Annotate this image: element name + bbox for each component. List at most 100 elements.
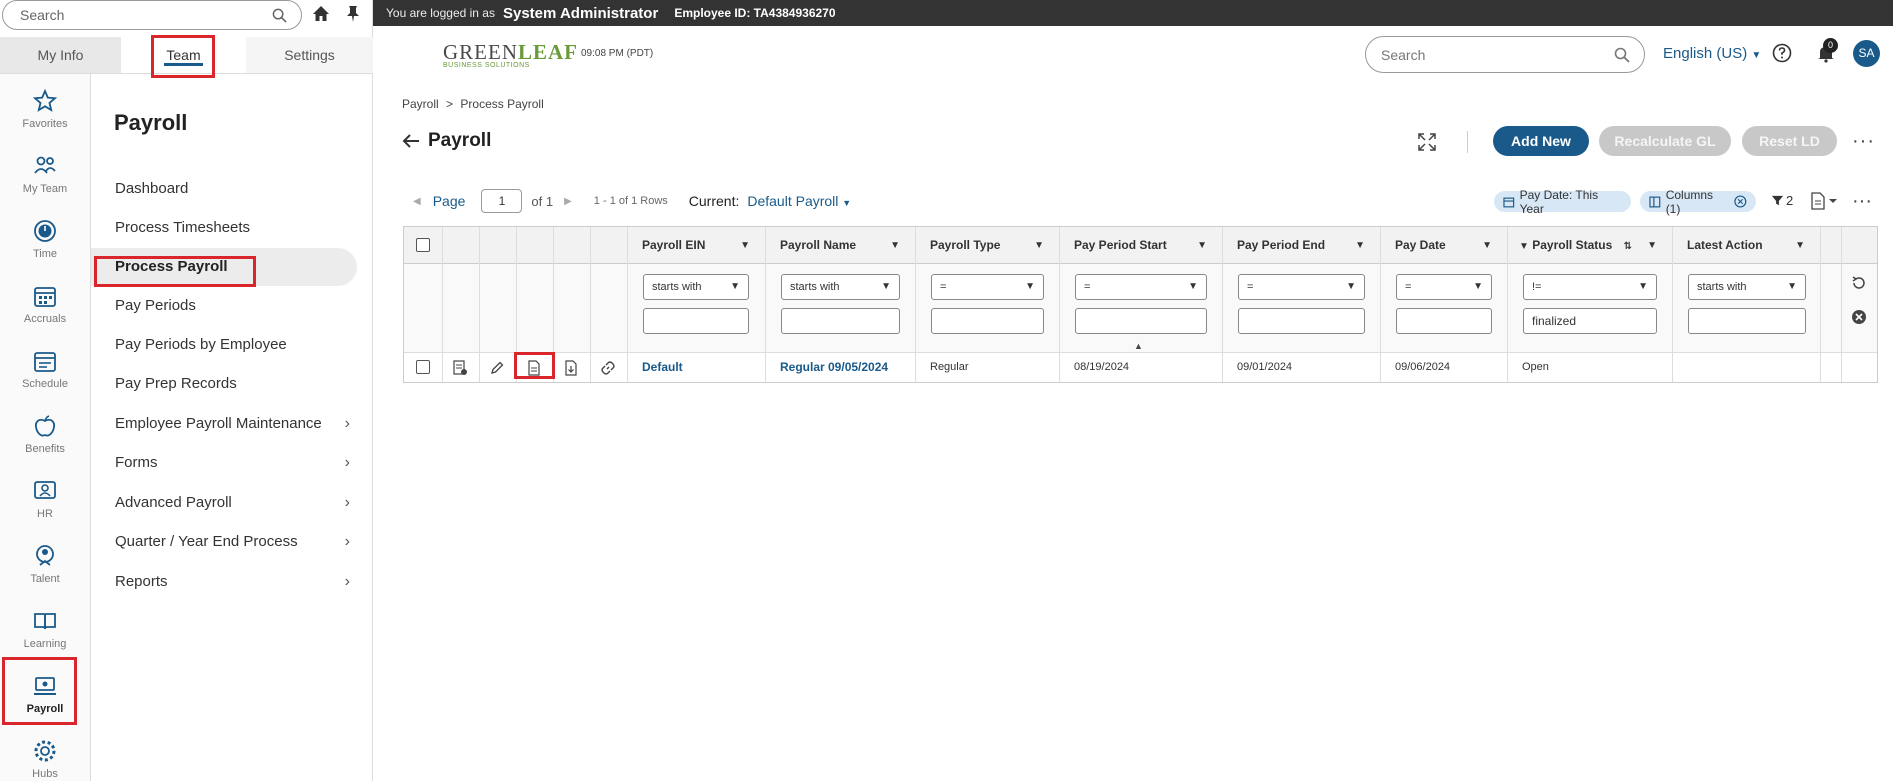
search-icon[interactable] <box>1614 47 1630 63</box>
cell-payroll-ein[interactable]: Default <box>627 353 683 382</box>
column-header-pay-date[interactable]: Pay Date ▼ <box>1380 227 1507 264</box>
nav-title: Payroll <box>114 110 188 135</box>
filter-operator-latest-action[interactable]: starts with ▼ <box>1688 274 1806 300</box>
filter-value-pay-date[interactable] <box>1396 308 1492 334</box>
nav-item-process-payroll[interactable]: Process Payroll <box>91 248 357 286</box>
cell-payroll-name[interactable]: Regular 09/05/2024 <box>765 353 888 382</box>
filter-operator-pay-period-start[interactable]: = ▼ <box>1075 274 1207 300</box>
rail-item-hubs[interactable]: Hubs <box>0 738 90 781</box>
nav-item-advanced-payroll[interactable]: Advanced Payroll › <box>115 484 365 522</box>
nav-item-pay-periods-by-employee[interactable]: Pay Periods by Employee <box>115 326 365 364</box>
tab-settings[interactable]: Settings <box>246 37 373 73</box>
rail-item-my-team[interactable]: My Team <box>0 153 90 217</box>
caret-down-icon[interactable]: ▼ <box>1355 227 1365 264</box>
page-number-input[interactable]: 1 <box>481 189 523 213</box>
column-header-payroll-type[interactable]: Payroll Type ▼ <box>915 227 1059 264</box>
help-icon[interactable] <box>1772 43 1792 63</box>
breadcrumb-root[interactable]: Payroll <box>402 97 439 111</box>
resize-handle-icon[interactable]: ▲ <box>1134 341 1143 351</box>
filter-value-payroll-type[interactable] <box>931 308 1044 334</box>
filter-value-payroll-status[interactable]: finalized <box>1523 308 1657 334</box>
left-search-input[interactable]: Search <box>2 0 302 30</box>
back-arrow-icon[interactable] <box>402 133 420 149</box>
pin-icon[interactable] <box>343 4 363 24</box>
sort-icon[interactable]: ⇅ <box>1624 241 1632 252</box>
nav-item-employee-payroll-maintenance[interactable]: Employee Payroll Maintenance › <box>115 405 365 443</box>
global-search-input[interactable]: Search <box>1365 36 1645 73</box>
caret-down-icon[interactable]: ▼ <box>1795 227 1805 264</box>
column-header-payroll-status[interactable]: ▼ Payroll Status ⇅ ▼ <box>1507 227 1672 264</box>
table-row[interactable] <box>404 353 1877 382</box>
document-export-icon[interactable] <box>563 360 579 376</box>
tab-my-info[interactable]: My Info <box>0 37 121 73</box>
document-icon[interactable] <box>526 360 542 376</box>
rail-item-schedule[interactable]: Schedule <box>0 348 90 412</box>
nav-item-forms[interactable]: Forms › <box>115 444 365 482</box>
add-new-button[interactable]: Add New <box>1493 126 1589 156</box>
caret-down-icon[interactable]: ▼ <box>740 227 750 264</box>
column-header-payroll-name[interactable]: Payroll Name ▼ <box>765 227 915 264</box>
pay-date-chip[interactable]: Pay Date: This Year <box>1494 188 1631 216</box>
more-options-icon[interactable]: ··· <box>1852 131 1875 151</box>
column-header-latest-action[interactable]: Latest Action ▼ <box>1672 227 1820 264</box>
rail-item-benefits[interactable]: Benefits <box>0 413 90 477</box>
caret-down-icon[interactable]: ▼ <box>1482 227 1492 264</box>
filter-operator-payroll-status[interactable]: != ▼ <box>1523 274 1657 300</box>
prev-page-icon[interactable]: ◀ <box>413 196 421 207</box>
filter-value-pay-period-start[interactable] <box>1075 308 1207 334</box>
edit-pencil-icon[interactable] <box>489 360 505 376</box>
filter-operator-payroll-type[interactable]: = ▼ <box>931 274 1044 300</box>
tab-team[interactable]: Team <box>121 37 246 73</box>
rail-item-hr[interactable]: HR <box>0 478 90 542</box>
columns-chip[interactable]: Columns (1) <box>1640 188 1756 216</box>
row-checkbox[interactable] <box>416 360 430 374</box>
avatar[interactable]: SA <box>1853 40 1880 67</box>
company-logo[interactable]: GREENLEAF BUSINESS SOLUTIONS <box>443 42 577 72</box>
nav-item-quarter-year-end[interactable]: Quarter / Year End Process › <box>115 523 365 561</box>
select-all-checkbox[interactable] <box>416 238 430 252</box>
next-page-icon[interactable]: ▶ <box>564 196 572 207</box>
rail-item-accruals[interactable]: Accruals <box>0 283 90 347</box>
nav-item-pay-periods[interactable]: Pay Periods <box>115 287 365 325</box>
close-circle-icon[interactable] <box>1734 195 1747 208</box>
filter-value-payroll-name[interactable] <box>781 308 900 334</box>
nav-item-pay-prep-records[interactable]: Pay Prep Records <box>115 365 365 403</box>
caret-down-icon[interactable]: ▼ <box>1647 227 1657 264</box>
book-icon <box>34 613 56 630</box>
reset-filters-icon[interactable] <box>1851 275 1867 291</box>
grid-more-options-icon[interactable]: ··· <box>1852 191 1872 211</box>
export-document-icon[interactable] <box>1810 192 1838 210</box>
column-header-pay-period-end[interactable]: Pay Period End ▼ <box>1222 227 1380 264</box>
rail-item-learning[interactable]: Learning <box>0 608 90 672</box>
caret-down-icon[interactable]: ▼ <box>1034 227 1044 264</box>
filter-operator-pay-date[interactable]: = ▼ <box>1396 274 1492 300</box>
rail-item-time[interactable]: Time <box>0 218 90 282</box>
search-icon[interactable] <box>272 8 287 23</box>
link-icon[interactable] <box>600 360 616 376</box>
nav-item-dashboard[interactable]: Dashboard <box>115 170 365 208</box>
column-header-payroll-ein[interactable]: Payroll EIN ▼ <box>627 227 765 264</box>
caret-down-icon[interactable]: ▼ <box>890 227 900 264</box>
filter-operator-payroll-name[interactable]: starts with ▼ <box>781 274 900 300</box>
current-view-select[interactable]: Default Payroll ▼ <box>747 193 851 209</box>
home-icon[interactable] <box>311 4 331 24</box>
filter-value-payroll-ein[interactable] <box>643 308 749 334</box>
recalculate-gl-button[interactable]: Recalculate GL <box>1599 126 1731 156</box>
expand-icon[interactable] <box>1416 131 1438 153</box>
nav-item-reports[interactable]: Reports › <box>115 563 365 601</box>
reset-ld-button[interactable]: Reset LD <box>1742 126 1837 156</box>
rail-item-payroll[interactable]: Payroll <box>0 673 90 737</box>
caret-down-icon[interactable]: ▼ <box>1197 227 1207 264</box>
language-select[interactable]: English (US) ▼ <box>1663 45 1761 62</box>
filter-operator-pay-period-end[interactable]: = ▼ <box>1238 274 1365 300</box>
filter-count-button[interactable]: 2 <box>1771 193 1793 208</box>
payroll-summary-icon[interactable] <box>452 360 468 376</box>
column-header-pay-period-start[interactable]: Pay Period Start ▼ <box>1059 227 1222 264</box>
filter-operator-payroll-ein[interactable]: starts with ▼ <box>643 274 749 300</box>
clear-filters-icon[interactable] <box>1851 309 1867 325</box>
nav-item-process-timesheets[interactable]: Process Timesheets <box>115 209 365 247</box>
filter-value-latest-action[interactable] <box>1688 308 1806 334</box>
rail-item-favorites[interactable]: Favorites <box>0 88 90 152</box>
filter-value-pay-period-end[interactable] <box>1238 308 1365 334</box>
rail-item-talent[interactable]: Talent <box>0 543 90 607</box>
